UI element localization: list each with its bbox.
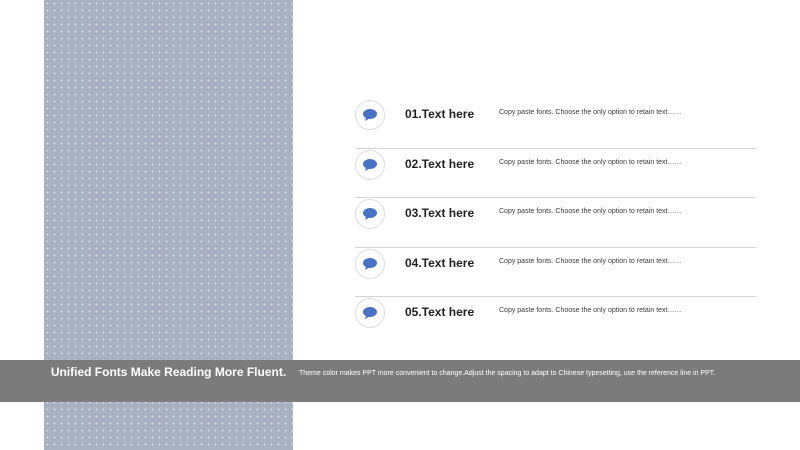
band-text: Theme color makes PPT more convenient to… [299, 370, 716, 377]
item-title: 02.Text here [405, 156, 475, 171]
footer-band: Unified Fonts Make Reading More Fluent. … [0, 360, 800, 402]
chat-bubble-icon [355, 149, 385, 180]
item-description: Copy paste fonts. Choose the only option… [499, 257, 682, 265]
item-description: Copy paste fonts. Choose the only option… [499, 208, 682, 215]
chat-bubble-icon [355, 298, 385, 328]
item-description: Copy paste fonts. Choose the only option… [499, 109, 682, 116]
list-item: 04.Text here Copy paste fonts. Choose th… [355, 248, 756, 297]
item-title: 03.Text here [405, 206, 475, 220]
chat-bubble-icon [355, 100, 385, 130]
item-title: 04.Text here [405, 255, 475, 270]
chat-bubble-icon [355, 199, 385, 229]
item-description: Copy paste fonts. Choose the only option… [499, 307, 682, 314]
list-item: 01.Text here Copy paste fonts. Choose th… [355, 99, 756, 149]
item-title: 05.Text here [405, 305, 475, 319]
item-description: Copy paste fonts. Choose the only option… [499, 158, 682, 166]
item-title: 01.Text here [405, 107, 475, 121]
list-item: 05.Text here Copy paste fonts. Choose th… [355, 297, 756, 347]
band-title: Unified Fonts Make Reading More Fluent. [50, 365, 287, 379]
chat-bubble-icon [355, 248, 385, 279]
list-item: 03.Text here Copy paste fonts. Choose th… [355, 198, 756, 248]
list-item: 02.Text here Copy paste fonts. Choose th… [355, 149, 756, 198]
item-list: 01.Text here Copy paste fonts. Choose th… [355, 99, 756, 347]
